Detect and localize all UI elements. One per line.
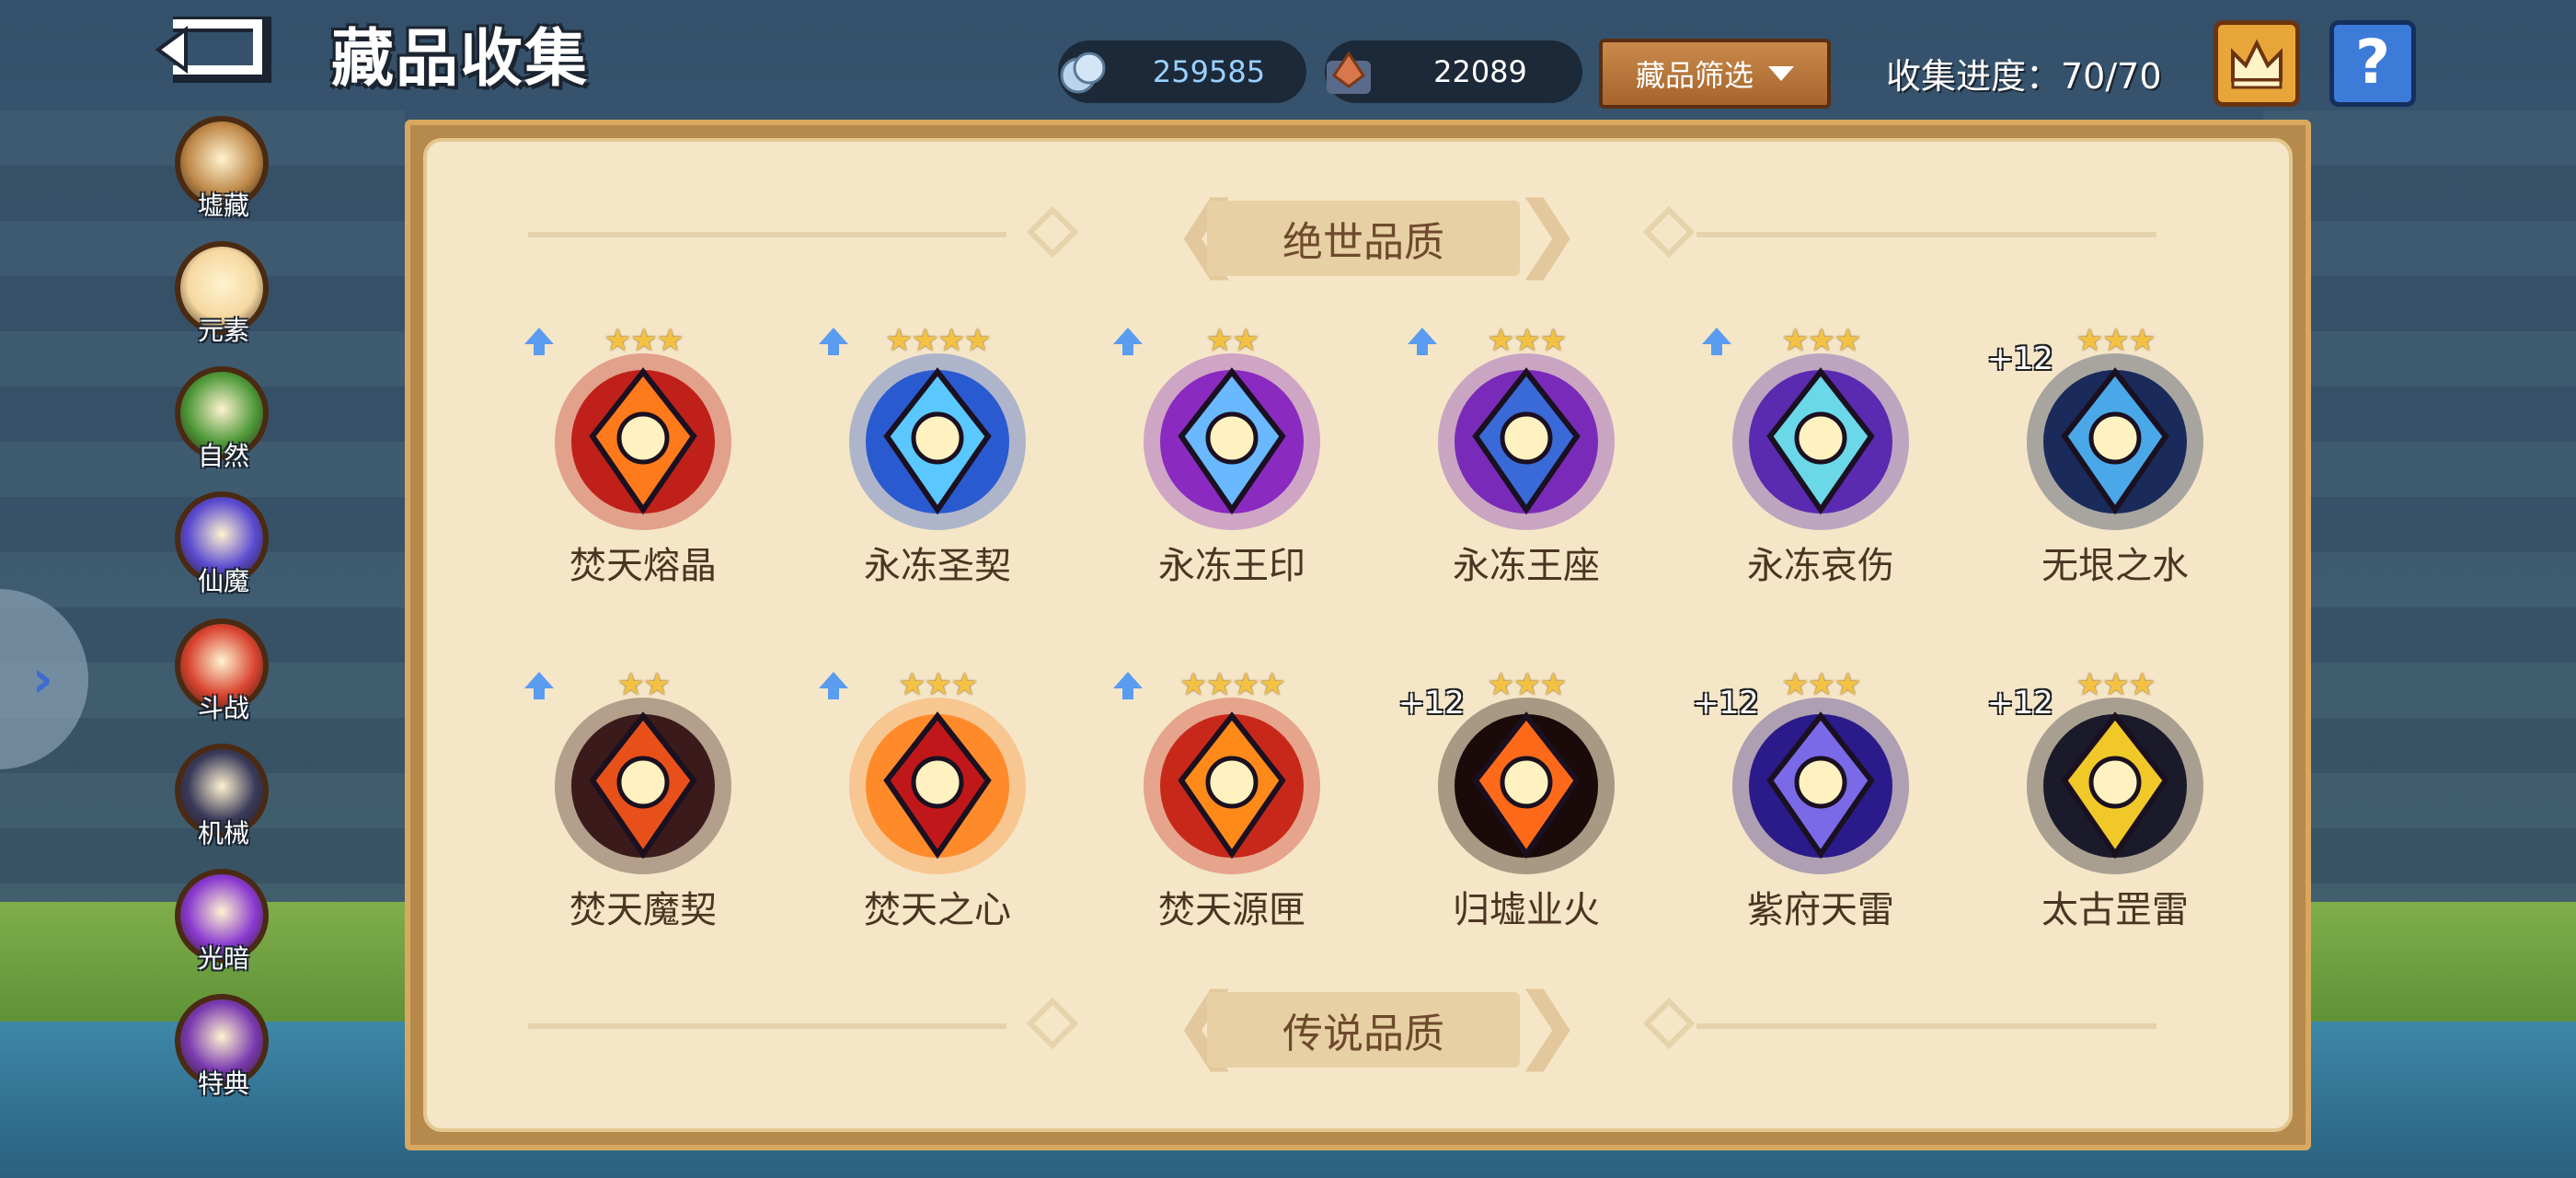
item-art-icon [849, 698, 1026, 874]
category-tab-2[interactable]: 自然 [171, 366, 276, 471]
currency-shell-value: 259585 [1152, 54, 1266, 89]
item-name: 焚天之心 [864, 889, 1011, 931]
category-tab-6[interactable]: 光暗 [171, 869, 276, 974]
category-tab-4[interactable]: 斗战 [171, 618, 276, 723]
collection-progress: 收集进度：70/70 [1886, 56, 2162, 97]
chevron-right-ornament-icon: ❯ [1512, 976, 1582, 1072]
upgrade-arrow-icon [1408, 328, 1437, 355]
category-label: 光暗 [197, 943, 249, 974]
collection-item[interactable]: ★★★★ 焚天源匣 [1113, 666, 1347, 942]
item-name: 永冻哀伤 [1747, 545, 1894, 587]
item-art-icon [555, 353, 731, 530]
collection-item[interactable]: ★★★ 焚天之心 [819, 666, 1052, 942]
ore-gem-icon [1327, 51, 1371, 94]
item-art-icon [849, 353, 1026, 530]
category-tab-3[interactable]: 仙魔 [171, 491, 276, 596]
item-name: 无垠之水 [2041, 545, 2189, 587]
item-name: 永冻王座 [1453, 545, 1600, 587]
chevron-right-ornament-icon: ❯ [1512, 184, 1582, 281]
item-name: 焚天熔晶 [569, 545, 717, 587]
collection-item[interactable]: ★★★ +12 紫府天雷 [1693, 666, 1936, 942]
currency-ore-value: 22089 [1433, 54, 1527, 89]
item-art-icon [1732, 353, 1909, 530]
collection-item[interactable]: ★★★ 焚天熔晶 [524, 322, 758, 598]
page-title: 藏品收集 [331, 23, 590, 96]
star-rating: ★★★ [1487, 322, 1567, 359]
collection-panel: ❮ 绝世品质 ❯ ★★★焚天熔晶★★★★永冻圣契★★永冻王印★★★永冻王座★★★… [405, 120, 2311, 1150]
upgrade-arrow-icon [819, 672, 848, 699]
section-title-bottom: 传说品质 [1207, 992, 1520, 1068]
chevron-down-icon [1768, 66, 1794, 81]
star-rating: ★★★★ [885, 322, 992, 359]
enhance-level: +12 [1693, 685, 1759, 722]
help-button[interactable]: ? [2329, 20, 2416, 107]
item-art-icon [555, 698, 731, 874]
currency-ore: 22089 [1325, 40, 1582, 103]
enhance-level: +12 [1398, 685, 1465, 722]
collection-item[interactable]: ★★★ +12 无垠之水 [1987, 322, 2230, 598]
collection-item[interactable]: ★★★ +12 太古罡雷 [1987, 666, 2230, 942]
section-title-top: 绝世品质 [1207, 201, 1520, 276]
collection-item[interactable]: ★★★ 永冻王座 [1408, 322, 1641, 598]
collection-item[interactable]: ★★ 永冻王印 [1113, 322, 1347, 598]
star-rating: ★★★★ [1179, 666, 1286, 703]
upgrade-arrow-icon [524, 672, 554, 699]
category-label: 仙魔 [197, 566, 249, 596]
item-art-icon [1144, 353, 1320, 530]
collection-item[interactable]: ★★★ 永冻哀伤 [1702, 322, 1936, 598]
upgrade-arrow-icon [1113, 328, 1143, 355]
item-name: 归墟业火 [1453, 889, 1600, 931]
category-label: 机械 [197, 818, 249, 849]
item-name: 焚天魔契 [569, 889, 717, 931]
star-rating: ★★★ [1781, 322, 1861, 359]
chevron-right-icon: › [31, 650, 53, 710]
upgrade-arrow-icon [524, 328, 554, 355]
back-arrow-icon [155, 16, 271, 84]
item-art-icon [1438, 353, 1615, 530]
collection-panel-inner: ❮ 绝世品质 ❯ ★★★焚天熔晶★★★★永冻圣契★★永冻王印★★★永冻王座★★★… [423, 138, 2293, 1132]
collection-item[interactable]: ★★★★ 永冻圣契 [819, 322, 1052, 598]
section-header-bottom: ❮ 传说品质 ❯ [427, 976, 2289, 1072]
currency-shell: 259585 [1058, 40, 1306, 103]
crown-icon [2231, 39, 2283, 89]
star-rating: ★★ [1205, 322, 1260, 359]
star-rating: ★★★ [898, 666, 978, 703]
category-tab-0[interactable]: 墟藏 [171, 116, 276, 221]
category-tab-5[interactable]: 机械 [171, 744, 276, 849]
collection-item[interactable]: ★★ 焚天魔契 [524, 666, 758, 942]
category-label: 元素 [197, 316, 249, 346]
item-name: 太古罡雷 [2041, 889, 2189, 931]
upgrade-arrow-icon [1702, 328, 1731, 355]
upgrade-arrow-icon [1113, 672, 1143, 699]
shell-coin-icon [1060, 52, 1106, 94]
item-name: 焚天源匣 [1158, 889, 1305, 931]
category-label: 自然 [197, 441, 249, 471]
star-rating: ★★★ [604, 322, 684, 359]
item-name: 永冻王印 [1158, 545, 1305, 587]
section-header-top: ❮ 绝世品质 ❯ [427, 184, 2289, 281]
crown-button[interactable] [2214, 20, 2300, 107]
upgrade-arrow-icon [819, 328, 848, 355]
enhance-level: +12 [1987, 685, 2053, 722]
item-name: 永冻圣契 [864, 545, 1011, 587]
category-label: 墟藏 [197, 191, 249, 221]
category-tab-7[interactable]: 特典 [171, 994, 276, 1099]
item-name: 紫府天雷 [1747, 889, 1894, 931]
category-tab-1[interactable]: 元素 [136, 228, 289, 346]
category-label: 斗战 [197, 693, 249, 723]
enhance-level: +12 [1987, 341, 2053, 377]
back-button[interactable] [155, 16, 274, 84]
item-art-icon [1144, 698, 1320, 874]
star-rating: ★★ [616, 666, 672, 703]
collection-item[interactable]: ★★★ +12 归墟业火 [1398, 666, 1641, 942]
collection-filter-dropdown[interactable]: 藏品筛选 [1599, 39, 1831, 109]
category-label: 特典 [197, 1068, 249, 1099]
filter-label: 藏品筛选 [1635, 58, 1754, 93]
